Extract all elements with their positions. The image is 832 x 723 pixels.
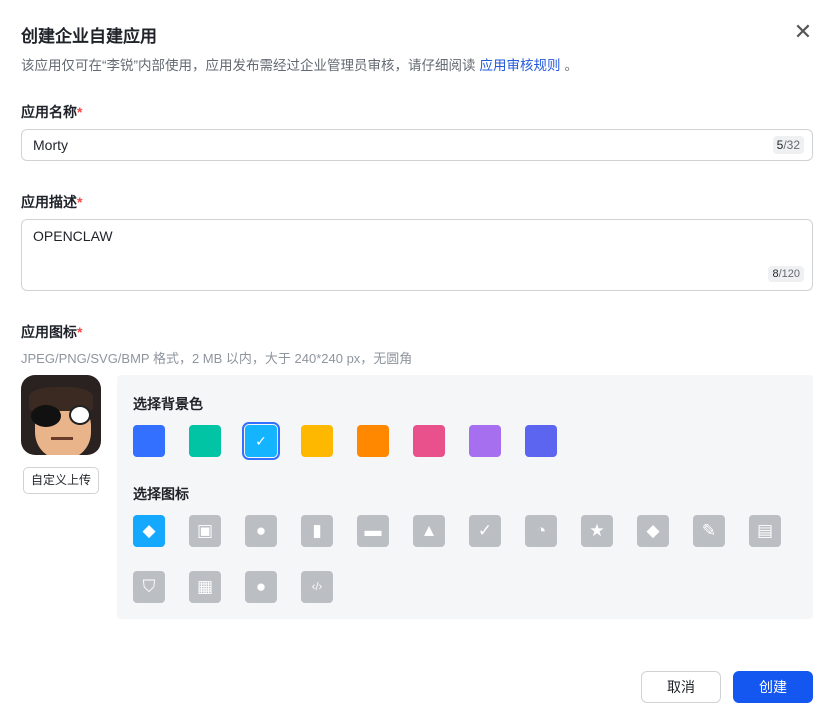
- bg-color-label: 选择背景色: [133, 396, 203, 412]
- bookmark-check-icon[interactable]: ✓: [469, 515, 501, 547]
- bg-color-swatch[interactable]: [357, 425, 389, 457]
- custom-upload-button[interactable]: 自定义上传: [23, 467, 99, 494]
- cancel-button[interactable]: 取消: [641, 671, 721, 703]
- pie-chart-icon[interactable]: ◔: [525, 515, 557, 547]
- cube-icon[interactable]: ◆: [133, 515, 165, 547]
- desc-value: OPENCLAW: [33, 228, 113, 244]
- icon-label: 应用图标*: [21, 324, 83, 340]
- dialog-subtitle: 该应用仅可在“李锐”内部使用，应用发布需经过企业管理员审核，请仔细阅读 应用审核规…: [21, 54, 578, 74]
- wrench-icon[interactable]: ✎: [693, 515, 725, 547]
- shield-icon[interactable]: ⛉: [133, 571, 165, 603]
- desc-label: 应用描述*: [21, 194, 83, 210]
- name-label: 应用名称*: [21, 104, 83, 120]
- layout-icon[interactable]: ▦: [189, 571, 221, 603]
- close-icon[interactable]: ✕: [792, 21, 814, 44]
- app-avatar: [21, 375, 101, 455]
- name-value: Morty: [33, 137, 68, 153]
- robot-icon[interactable]: ▣: [189, 515, 221, 547]
- users-icon[interactable]: ●: [245, 571, 277, 603]
- bg-color-swatch[interactable]: [525, 425, 557, 457]
- bg-color-swatch[interactable]: [469, 425, 501, 457]
- star-icon[interactable]: ★: [581, 515, 613, 547]
- subtitle-end: 。: [564, 58, 579, 73]
- bg-color-swatch[interactable]: ✓: [242, 422, 280, 460]
- review-rules-link[interactable]: 应用审核规则: [480, 58, 561, 73]
- bell-icon[interactable]: ▲: [413, 515, 445, 547]
- dialog-title: 创建企业自建应用: [21, 27, 157, 46]
- icon-picker-panel: 选择背景色 ✓ 选择图标 ◆ ▣ ● ▮ ▬ ▲ ✓ ◔ ★ ◆ ✎ ▤ ⛉ ▦ ● ‹/›: [117, 375, 813, 619]
- icon-select-label: 选择图标: [133, 486, 189, 502]
- bg-color-swatch[interactable]: [301, 425, 333, 457]
- door-icon[interactable]: ▮: [301, 515, 333, 547]
- document-icon[interactable]: ▤: [749, 515, 781, 547]
- name-char-count: 5/32: [772, 136, 804, 154]
- briefcase-icon[interactable]: ▬: [357, 515, 389, 547]
- code-icon[interactable]: ‹/›: [301, 571, 333, 603]
- tag-icon[interactable]: ◆: [637, 515, 669, 547]
- desc-char-count: 8/120: [768, 266, 804, 282]
- desc-textarea[interactable]: OPENCLAW 8/120: [21, 219, 813, 291]
- subtitle-text: 该应用仅可在“李锐”内部使用，应用发布需经过企业管理员审核，请仔细阅读: [21, 58, 476, 73]
- bg-color-swatch[interactable]: [413, 425, 445, 457]
- bg-color-swatch[interactable]: [133, 425, 165, 457]
- create-button[interactable]: 创建: [733, 671, 813, 703]
- lightbulb-icon[interactable]: ●: [245, 515, 277, 547]
- bg-color-swatch[interactable]: [189, 425, 221, 457]
- icon-hint: JPEG/PNG/SVG/BMP 格式，2 MB 以内，大于 240*240 p…: [21, 351, 413, 366]
- name-input[interactable]: Morty 5/32: [21, 129, 813, 161]
